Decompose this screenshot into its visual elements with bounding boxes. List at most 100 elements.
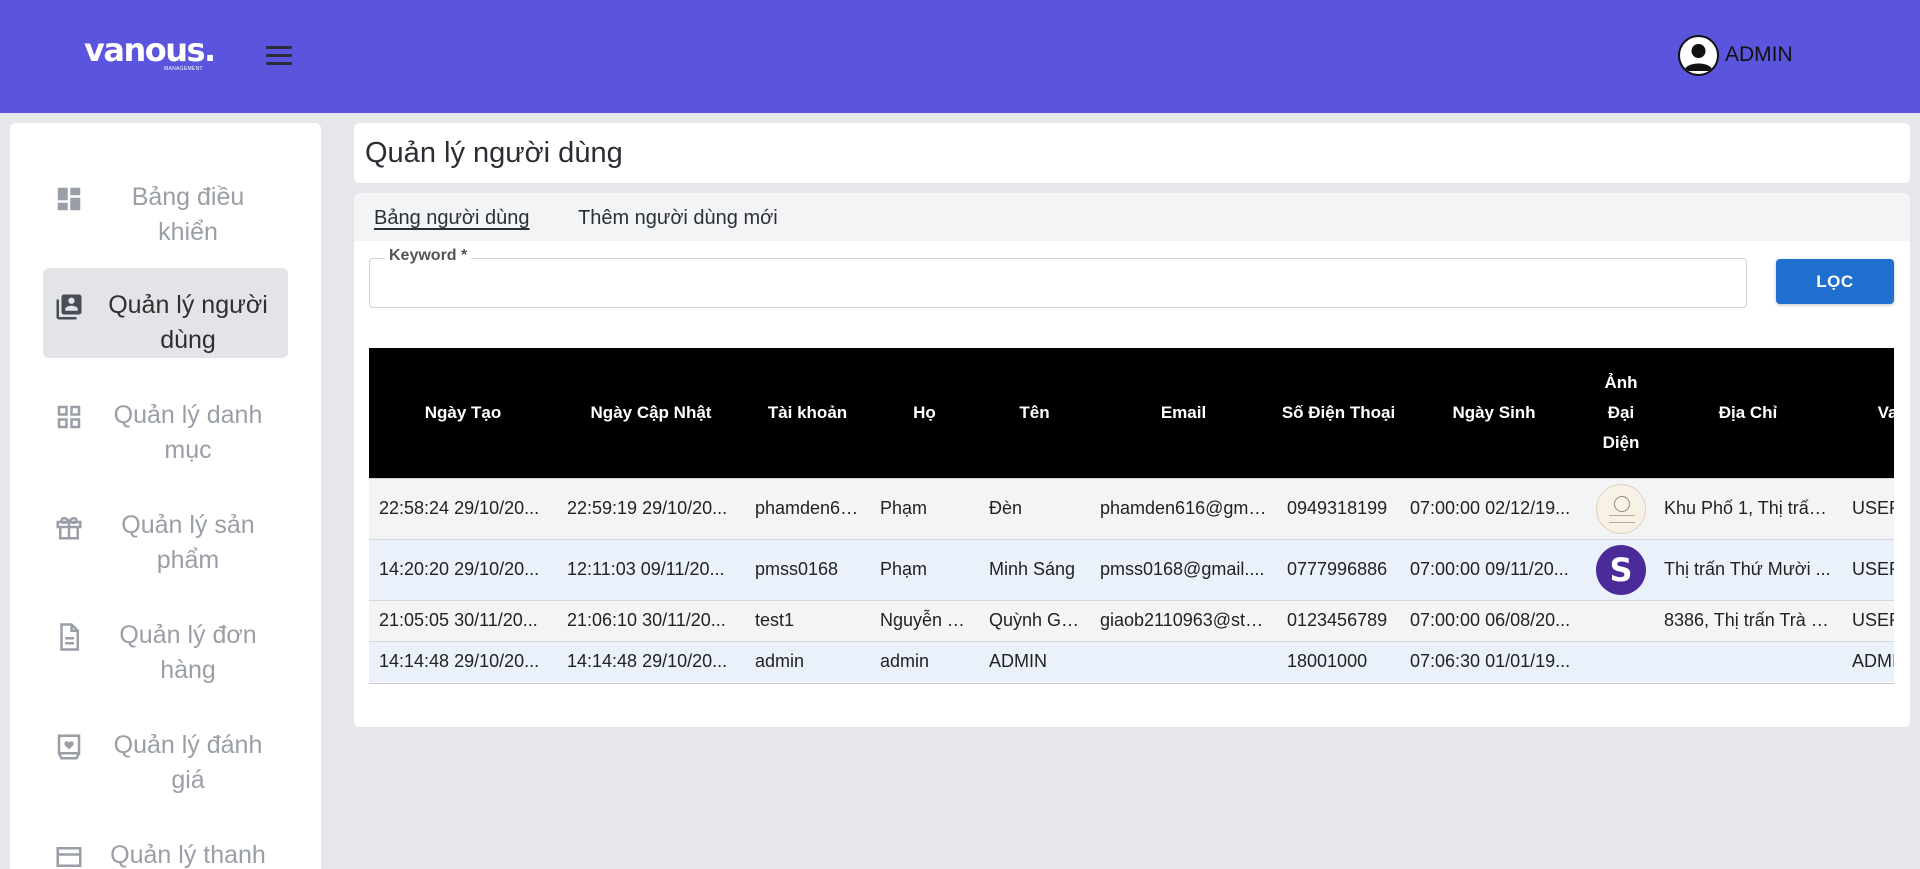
main-card: Bảng người dùng Thêm người dùng mới Keyw… xyxy=(354,193,1910,727)
credit-card-icon xyxy=(56,847,82,867)
sidebar-item-label: Quản lý đơn hàng xyxy=(119,621,257,684)
column-header[interactable]: Tên xyxy=(979,348,1090,478)
sidebar-item-users[interactable]: Quản lý người dùng xyxy=(43,268,288,358)
cell-role: USER xyxy=(1842,599,1894,641)
cell-birthday: 07:06:30 01/01/19... xyxy=(1400,640,1588,682)
gift-icon xyxy=(56,516,82,540)
cell-email: pmss0168@gmail.... xyxy=(1090,538,1277,600)
cell-last-name: admin xyxy=(870,640,979,682)
sidebar-item-categories[interactable]: Quản lý danh mục xyxy=(43,378,288,468)
cell-avatar xyxy=(1588,640,1654,682)
cell-updated: 14:14:48 29/10/20... xyxy=(557,640,745,682)
cell-last-name: Phạm xyxy=(870,477,979,539)
cell-email: giaob2110963@stu... xyxy=(1090,599,1277,641)
cell-address: Thị trấn Thứ Mười ... xyxy=(1654,538,1842,600)
sidebar-item-label: Quản lý danh mục xyxy=(113,401,263,464)
cell-created: 21:05:05 30/11/20... xyxy=(369,599,557,641)
document-icon xyxy=(60,623,79,651)
user-avatar-icon xyxy=(1678,34,1719,76)
user-menu[interactable]: ADMIN xyxy=(1678,34,1793,76)
column-header[interactable]: Số Điện Thoại xyxy=(1277,348,1400,478)
cell-created: 14:14:48 29/10/20... xyxy=(369,640,557,682)
category-grid-icon xyxy=(57,405,81,429)
cell-role: USER xyxy=(1842,477,1894,539)
column-header[interactable]: Họ xyxy=(870,348,979,478)
column-header[interactable]: Vai Trò xyxy=(1842,348,1894,478)
cell-created: 14:20:20 29/10/20... xyxy=(369,538,557,600)
sidebar-item-label: Quản lý sản phẩm xyxy=(121,511,255,574)
cell-last-name: Nguyễn Thị xyxy=(870,599,979,641)
table-header-row: Ngày Tạo Ngày Cập Nhật Tài khoản Họ Tên … xyxy=(369,348,1894,478)
sidebar-item-label: Quản lý người dùng xyxy=(108,291,268,354)
column-header[interactable]: Địa Chỉ xyxy=(1654,348,1842,478)
cell-first-name: Quỳnh Giao xyxy=(979,599,1090,641)
sidebar-item-label: Bảng điều khiển xyxy=(131,183,245,246)
sidebar-item-dashboard[interactable]: Bảng điều khiển xyxy=(43,160,288,250)
contact-page-icon xyxy=(56,294,82,320)
sidebar-item-products[interactable]: Quản lý sản phẩm xyxy=(43,488,288,578)
page-title: Quản lý người dùng xyxy=(365,137,623,169)
sidebar-item-payments[interactable]: Quản lý thanh xyxy=(43,818,288,869)
brand-logo-subtext: MANAGEMENT xyxy=(164,66,203,72)
column-header[interactable]: Ảnh Đại Diện xyxy=(1588,348,1654,478)
cell-birthday: 07:00:00 09/11/20... xyxy=(1400,538,1588,600)
dashboard-icon xyxy=(57,187,81,211)
sidebar-item-label: Quản lý đánh giá xyxy=(113,731,263,794)
cell-first-name: Đèn xyxy=(979,477,1090,539)
cell-avatar xyxy=(1588,599,1654,641)
cell-account: admin xyxy=(745,640,870,682)
column-header[interactable]: Ngày Tạo xyxy=(369,348,557,478)
tabs-bar: Bảng người dùng Thêm người dùng mới xyxy=(354,193,1910,241)
cell-account: test1 xyxy=(745,599,870,641)
user-avatar-image xyxy=(1596,483,1646,534)
column-header[interactable]: Ngày Sinh xyxy=(1400,348,1588,478)
cell-account: pmss0168 xyxy=(745,538,870,600)
column-header[interactable]: Ngày Cập Nhật xyxy=(557,348,745,478)
table-row[interactable]: 22:58:24 29/10/20... 22:59:19 29/10/20..… xyxy=(369,477,1894,539)
tab-user-table[interactable]: Bảng người dùng xyxy=(374,207,530,230)
cell-phone: 0777996886 xyxy=(1277,538,1400,600)
column-header[interactable]: Tài khoản xyxy=(745,348,870,478)
cell-phone: 0949318199 xyxy=(1277,477,1400,539)
keyword-input[interactable] xyxy=(380,267,1730,299)
cell-birthday: 07:00:00 02/12/19... xyxy=(1400,477,1588,539)
cell-phone: 18001000 xyxy=(1277,640,1400,682)
table-row[interactable]: 14:20:20 29/10/20... 12:11:03 09/11/20..… xyxy=(369,538,1894,600)
review-heart-icon xyxy=(57,734,81,760)
cell-address xyxy=(1654,640,1842,682)
title-card: Quản lý người dùng xyxy=(354,123,1910,183)
user-avatar-initial: S xyxy=(1596,544,1646,595)
top-bar: vanous. MANAGEMENT ADMIN xyxy=(0,0,1920,113)
sidebar-item-orders[interactable]: Quản lý đơn hàng xyxy=(43,598,288,688)
tab-add-user[interactable]: Thêm người dùng mới xyxy=(578,207,778,230)
cell-last-name: Phạm xyxy=(870,538,979,600)
keyword-label: Keyword * xyxy=(385,247,472,265)
cell-email: phamden616@gma... xyxy=(1090,477,1277,539)
column-header[interactable]: Email xyxy=(1090,348,1277,478)
table-row[interactable]: 14:14:48 29/10/20... 14:14:48 29/10/20..… xyxy=(369,640,1894,682)
sidebar-item-label: Quản lý thanh xyxy=(110,841,266,869)
users-table: Ngày Tạo Ngày Cập Nhật Tài khoản Họ Tên … xyxy=(369,348,1894,684)
filter-button[interactable]: LỌC xyxy=(1776,259,1894,304)
cell-birthday: 07:00:00 06/08/20... xyxy=(1400,599,1588,641)
cell-avatar: S xyxy=(1588,538,1654,600)
cell-updated: 22:59:19 29/10/20... xyxy=(557,477,745,539)
brand-logo[interactable]: vanous. xyxy=(84,34,216,66)
sidebar-item-reviews[interactable]: Quản lý đánh giá xyxy=(43,708,288,798)
sidebar: Bảng điều khiển Quản lý người dùng Quản … xyxy=(10,123,321,869)
cell-role: USER xyxy=(1842,538,1894,600)
table-row[interactable]: 21:05:05 30/11/20... 21:06:10 30/11/20..… xyxy=(369,599,1894,641)
cell-email xyxy=(1090,640,1277,682)
cell-first-name: ADMIN xyxy=(979,640,1090,682)
cell-created: 22:58:24 29/10/20... xyxy=(369,477,557,539)
user-name: ADMIN xyxy=(1725,43,1793,66)
cell-phone: 0123456789 xyxy=(1277,599,1400,641)
keyword-field: Keyword * xyxy=(369,247,1747,308)
menu-toggle-icon[interactable] xyxy=(266,46,292,65)
cell-first-name: Minh Sáng xyxy=(979,538,1090,600)
cell-updated: 21:06:10 30/11/20... xyxy=(557,599,745,641)
cell-address: Khu Phố 1, Thị trấn ... xyxy=(1654,477,1842,539)
cell-role: ADMIN xyxy=(1842,640,1894,682)
cell-account: phamden618 xyxy=(745,477,870,539)
cell-updated: 12:11:03 09/11/20... xyxy=(557,538,745,600)
